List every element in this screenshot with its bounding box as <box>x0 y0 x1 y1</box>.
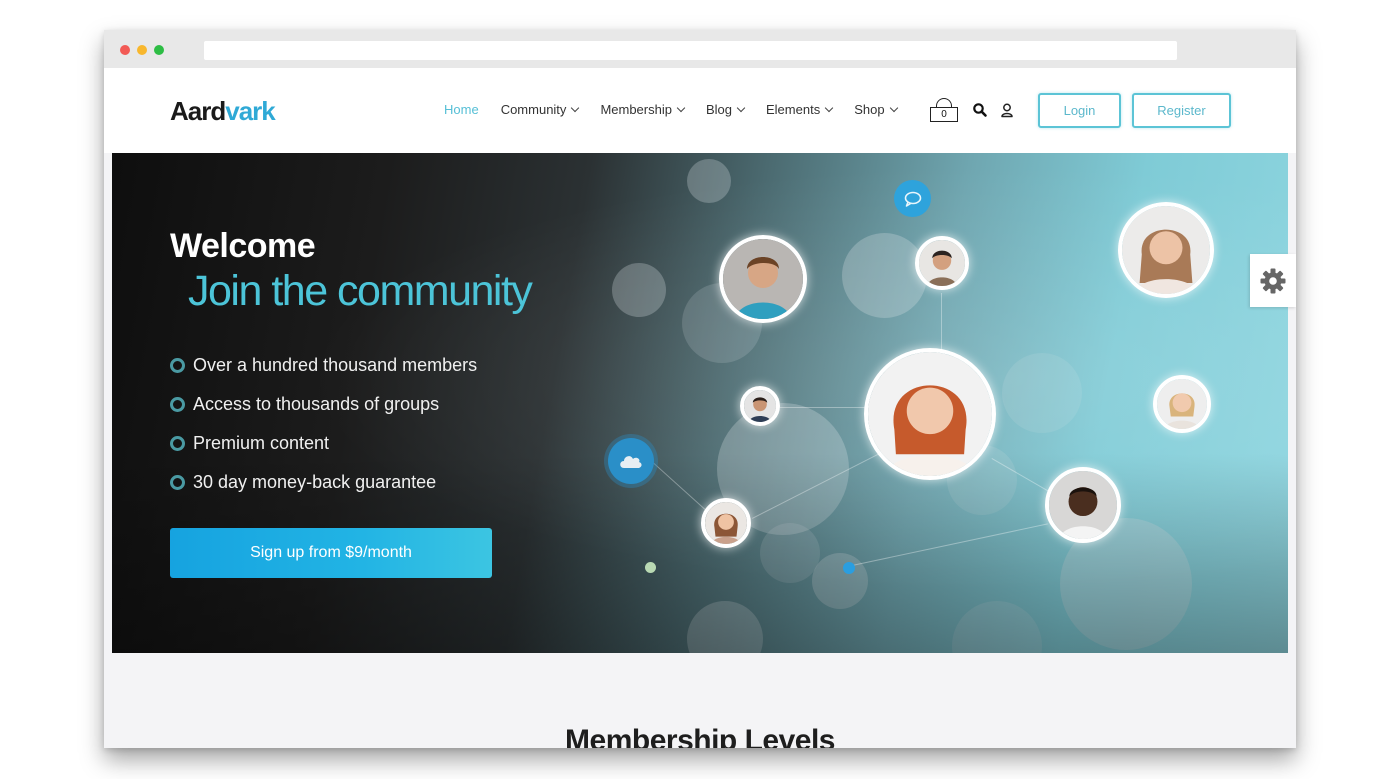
nav-item-elements[interactable]: Elements <box>766 102 834 117</box>
circle-bullet-icon <box>170 436 185 451</box>
membership-levels-heading: Membership Levels <box>565 724 835 748</box>
chevron-down-icon <box>676 103 686 112</box>
connector-line <box>772 407 872 408</box>
member-avatar[interactable] <box>740 386 780 426</box>
feature-text: Over a hundred thousand members <box>193 355 478 375</box>
minimize-window-button[interactable] <box>137 45 147 55</box>
nav-item-community[interactable]: Community <box>500 102 580 117</box>
feature-text: Premium content <box>193 433 330 453</box>
cart-count: 0 <box>930 107 958 122</box>
settings-panel-toggle[interactable] <box>1250 254 1296 307</box>
feature-item: Premium content <box>170 424 477 463</box>
person-portrait-icon <box>705 502 747 544</box>
logo-text-primary: Aard <box>170 96 226 126</box>
site-header: Aardvark Home Community Membership Blog … <box>104 68 1296 153</box>
cloud-icon <box>620 456 642 468</box>
nav-label: Community <box>500 102 567 117</box>
hero-banner: Welcome Join the community Over a hundre… <box>112 153 1288 653</box>
network-dot <box>645 562 656 573</box>
chevron-down-icon <box>571 103 580 112</box>
hero-title: Welcome <box>170 227 316 265</box>
register-button[interactable]: Register <box>1132 93 1231 128</box>
browser-chrome <box>104 30 1296 68</box>
chat-bubble-icon <box>904 191 921 207</box>
circle-bullet-icon <box>170 475 185 490</box>
person-portrait-icon <box>1122 206 1210 294</box>
member-avatar[interactable] <box>701 498 751 548</box>
gear-icon <box>1260 268 1286 293</box>
nav-label: Blog <box>705 102 732 117</box>
person-portrait-icon <box>868 352 992 476</box>
account-button[interactable] <box>999 102 1015 118</box>
chevron-down-icon <box>736 103 746 112</box>
nav-item-home[interactable]: Home <box>444 102 479 117</box>
maximize-window-button[interactable] <box>154 45 164 55</box>
cart-button[interactable]: 0 <box>930 98 958 122</box>
person-portrait-icon <box>919 240 965 286</box>
member-avatar[interactable] <box>1153 375 1211 433</box>
search-icon <box>973 103 987 117</box>
member-avatar[interactable] <box>1118 202 1214 298</box>
search-button[interactable] <box>972 102 988 118</box>
person-portrait-icon <box>1157 379 1207 429</box>
nav-item-membership[interactable]: Membership <box>600 102 686 117</box>
nav-item-shop[interactable]: Shop <box>854 102 898 117</box>
hero-subtitle: Join the community <box>188 267 533 315</box>
address-bar[interactable] <box>204 41 1177 60</box>
close-window-button[interactable] <box>120 45 130 55</box>
nav-label: Membership <box>600 102 672 117</box>
member-avatar[interactable] <box>864 348 996 480</box>
person-portrait-icon <box>1049 471 1117 539</box>
person-portrait-icon <box>723 239 803 319</box>
chevron-down-icon <box>889 103 898 112</box>
feature-text: 30 day money-back guarantee <box>193 472 437 492</box>
nav-label: Shop <box>854 102 885 117</box>
feature-item: Over a hundred thousand members <box>170 346 477 385</box>
feature-text: Access to thousands of groups <box>193 394 440 414</box>
member-avatar[interactable] <box>1045 467 1121 543</box>
member-avatar[interactable] <box>915 236 969 290</box>
logo-text-accent: vark <box>225 96 275 126</box>
nav-label: Elements <box>766 102 821 117</box>
person-portrait-icon <box>744 390 776 422</box>
nav-label: Home <box>444 102 479 117</box>
network-dot <box>843 562 855 574</box>
member-avatar[interactable] <box>719 235 807 323</box>
signup-cta-button[interactable]: Sign up from $9/month <box>170 528 492 578</box>
feature-item: 30 day money-back guarantee <box>170 463 477 502</box>
feature-list: Over a hundred thousand members Access t… <box>170 346 477 502</box>
chat-node <box>894 180 931 217</box>
cloud-node <box>608 438 654 484</box>
chevron-down-icon <box>824 103 834 112</box>
browser-window: Aardvark Home Community Membership Blog … <box>104 30 1296 748</box>
circle-bullet-icon <box>170 397 185 412</box>
user-icon <box>1001 103 1013 118</box>
nav-item-blog[interactable]: Blog <box>705 102 746 117</box>
main-navigation: Home Community Membership Blog Elements … <box>444 102 919 117</box>
feature-item: Access to thousands of groups <box>170 385 477 424</box>
connector-line <box>941 293 942 353</box>
circle-bullet-icon <box>170 358 185 373</box>
site-logo[interactable]: Aardvark <box>170 96 276 127</box>
login-button[interactable]: Login <box>1038 93 1121 128</box>
